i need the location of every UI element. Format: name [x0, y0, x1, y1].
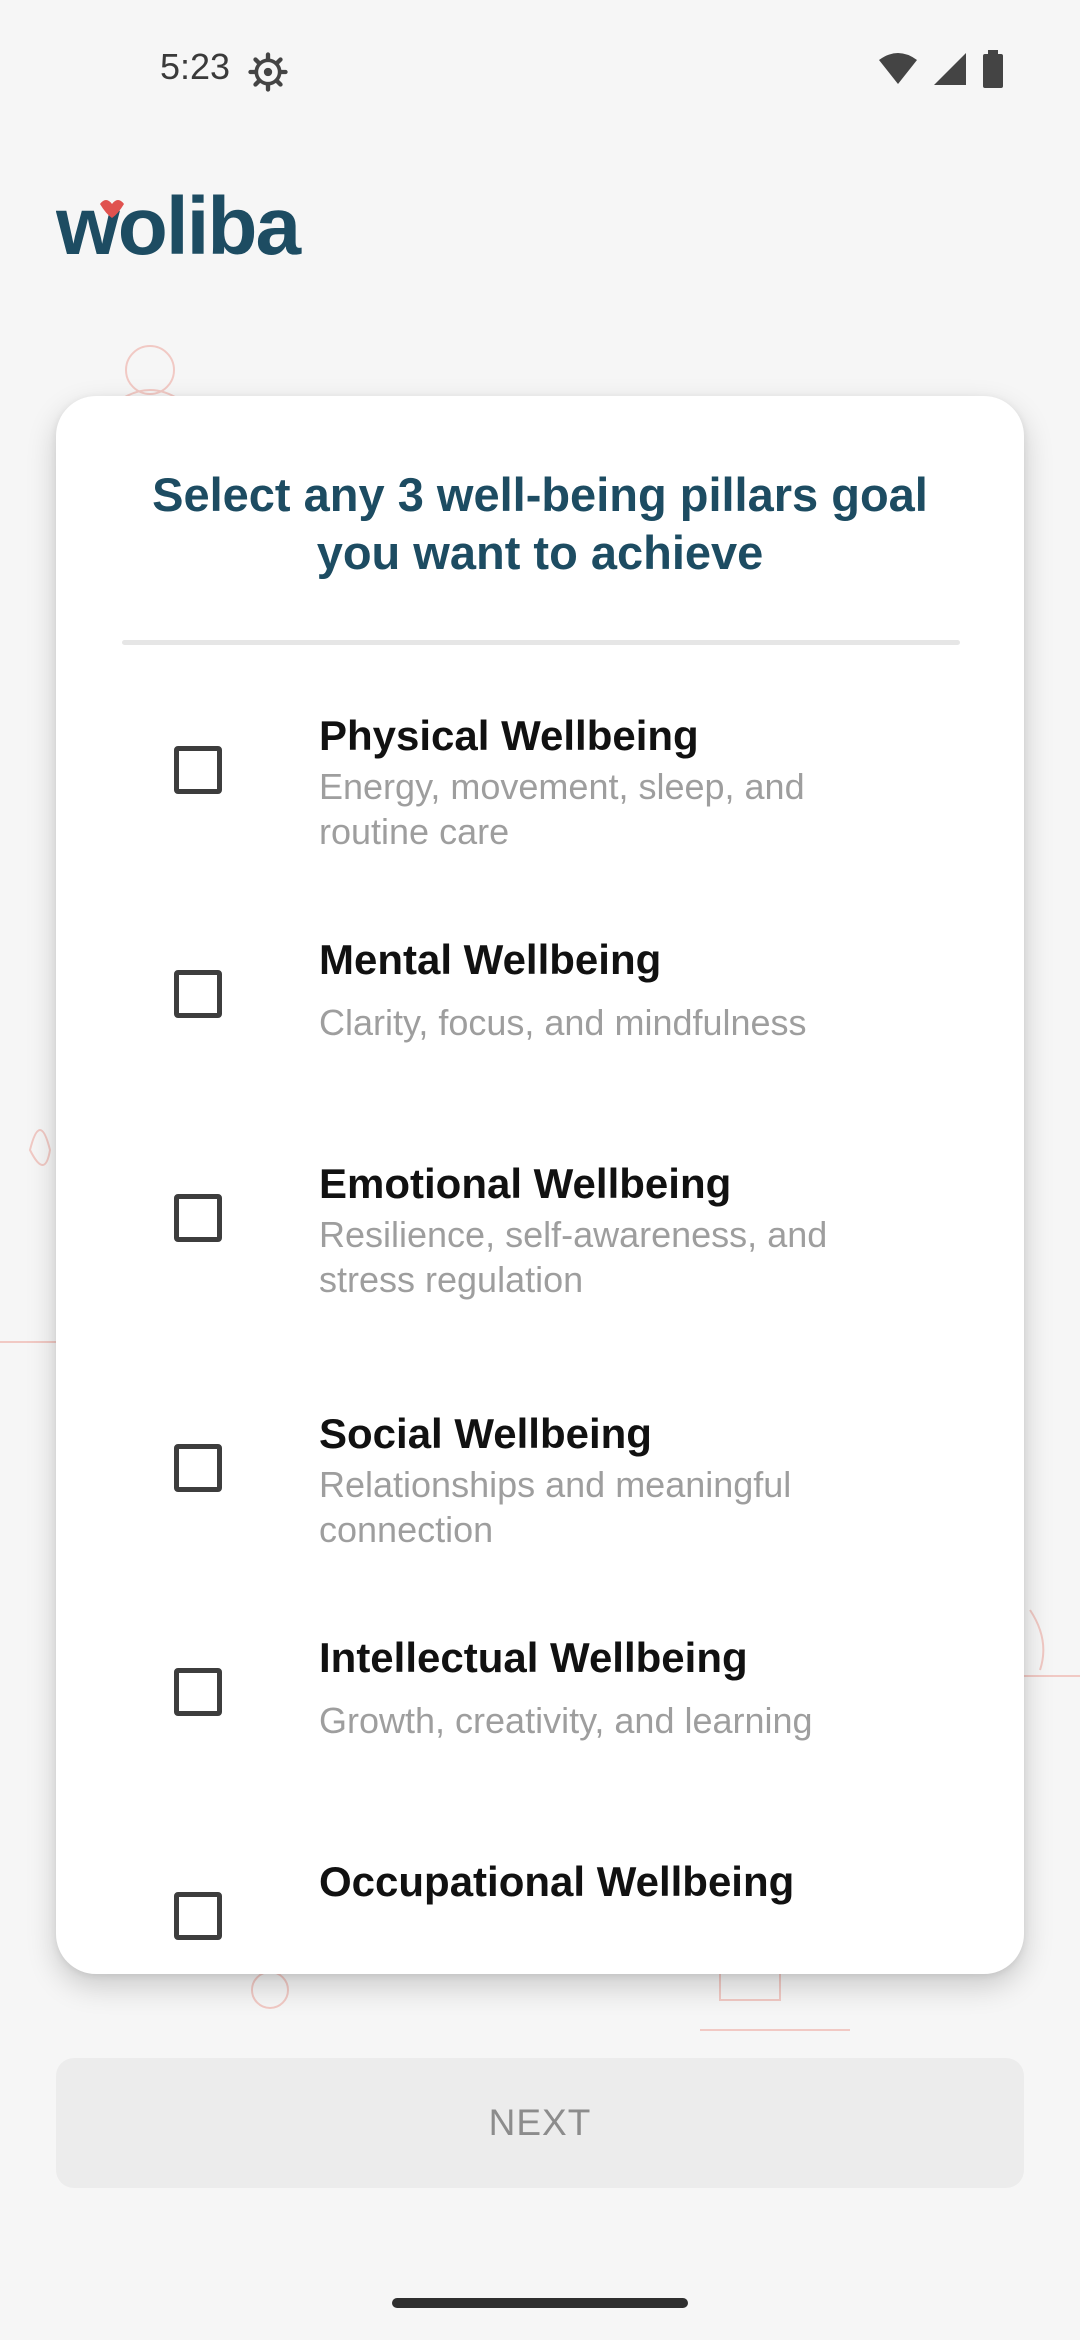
checkbox-physical[interactable]	[174, 746, 222, 794]
checkbox-emotional[interactable]	[174, 1194, 222, 1242]
checkbox-social[interactable]	[174, 1444, 222, 1492]
list-item-social[interactable]: Social Wellbeing Relationships and meani…	[56, 1394, 1024, 1594]
battery-icon	[983, 50, 1003, 88]
item-title: Mental Wellbeing	[319, 936, 662, 983]
item-title: Intellectual Wellbeing	[319, 1634, 748, 1681]
list-item-emotional[interactable]: Emotional Wellbeing Resilience, self-awa…	[56, 1144, 1024, 1344]
status-time: 5:23	[160, 46, 231, 87]
home-indicator[interactable]	[392, 2298, 688, 2308]
checkbox-occupational[interactable]	[174, 1892, 222, 1940]
signal-icon	[934, 53, 966, 85]
item-title: Physical Wellbeing	[319, 712, 699, 759]
status-bar: 5:23	[0, 0, 1080, 140]
item-description: Growth, creativity, and learning	[319, 1700, 813, 1741]
status-icons	[878, 50, 1004, 88]
woliba-logo: woliba	[56, 184, 305, 272]
checkbox-mental[interactable]	[174, 970, 222, 1018]
divider	[122, 640, 960, 645]
list-item-intellectual[interactable]: Intellectual Wellbeing Growth, creativit…	[56, 1618, 1024, 1818]
wifi-icon	[879, 53, 917, 84]
item-title: Social Wellbeing	[319, 1410, 652, 1457]
list-item-mental[interactable]: Mental Wellbeing Clarity, focus, and min…	[56, 920, 1024, 1120]
item-title: Emotional Wellbeing	[319, 1160, 732, 1207]
settings-icon	[248, 52, 288, 92]
item-description: Relationships and meaningful connection	[319, 1464, 792, 1550]
pillar-list[interactable]: Physical Wellbeing Energy, movement, sle…	[56, 696, 1024, 1974]
list-item-physical[interactable]: Physical Wellbeing Energy, movement, sle…	[56, 696, 1024, 896]
checkbox-intellectual[interactable]	[174, 1668, 222, 1716]
pillar-selection-card: Select any 3 well-being pillars goal you…	[56, 396, 1024, 1974]
item-description: Resilience, self-awareness, and stress r…	[319, 1214, 828, 1300]
item-description: Energy, movement, sleep, and routine car…	[319, 766, 805, 852]
item-description: Clarity, focus, and mindfulness	[319, 1002, 807, 1043]
logo-wordmark: woliba	[56, 184, 303, 272]
card-title: Select any 3 well-being pillars goal you…	[152, 468, 928, 579]
screen: 5:23 woliba Select any 3 well-being pill…	[0, 0, 1080, 2340]
list-item-occupational[interactable]: Occupational Wellbeing	[56, 1842, 1024, 1974]
item-title: Occupational Wellbeing	[319, 1858, 795, 1905]
next-button[interactable]: NEXT	[56, 2058, 1024, 2188]
